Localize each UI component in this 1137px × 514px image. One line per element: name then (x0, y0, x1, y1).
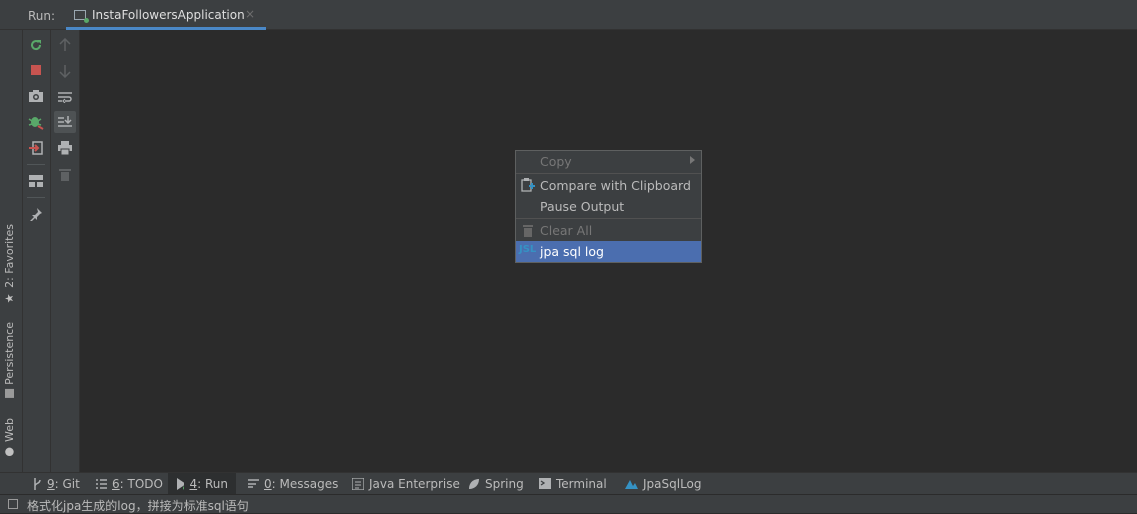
stop-icon (31, 65, 41, 75)
exit-icon (29, 141, 43, 155)
stop-button[interactable] (25, 59, 47, 81)
todo-icon (96, 478, 107, 489)
tool-tab-run[interactable]: 4: Run (168, 473, 236, 494)
layout-button[interactable] (25, 170, 47, 192)
pin-tab-button[interactable] (25, 203, 47, 225)
globe-icon: ● (3, 445, 16, 459)
toggle-tool-windows-icon[interactable] (8, 499, 18, 509)
toolbar-separator (27, 197, 45, 198)
tool-tab-label: JpaSqlLog (643, 476, 702, 491)
compare-clipboard-icon (521, 178, 535, 192)
persistence-icon (5, 388, 14, 398)
java-enterprise-icon (352, 477, 364, 490)
side-tab-label: Web (3, 418, 16, 442)
git-icon (34, 477, 41, 490)
down-stack-button[interactable] (54, 60, 76, 82)
tool-tab-label: Java Enterprise (369, 476, 460, 491)
close-icon[interactable]: × (245, 7, 255, 21)
toolbar-separator (27, 164, 45, 165)
menu-item-label: Compare with Clipboard (540, 178, 691, 193)
trash-icon (59, 169, 71, 181)
tool-tab-messages[interactable]: 0: Messages (240, 473, 346, 494)
side-tab-label: Persistence (3, 322, 16, 385)
dump-threads-button[interactable] (25, 85, 47, 107)
layout-icon (29, 175, 43, 187)
menu-item-label: Clear All (540, 223, 593, 238)
run-toolbar-primary (23, 30, 50, 472)
menu-item-clear-all[interactable]: Clear All (516, 220, 701, 241)
tool-tab-spring[interactable]: Spring (460, 473, 532, 494)
tool-tab-label: Terminal (556, 476, 607, 491)
soft-wrap-button[interactable] (54, 86, 76, 108)
tool-tab-jpasqllog[interactable]: JpaSqlLog (616, 473, 710, 494)
side-tab-favorites[interactable]: ★ 2: Favorites (3, 224, 16, 305)
up-stack-button[interactable] (54, 34, 76, 56)
submenu-arrow-icon (690, 156, 695, 164)
menu-item-label: Copy (540, 154, 572, 169)
star-icon: ★ (3, 291, 16, 305)
tool-tab-git[interactable]: 9: Git (24, 473, 88, 494)
run-icon (177, 477, 185, 490)
run-label: Run: (28, 9, 56, 23)
left-tool-stripe: ★ 2: Favorites Persistence ● Web (0, 30, 23, 472)
debug-button[interactable] (25, 111, 47, 133)
pin-icon (30, 208, 42, 221)
terminal-icon (539, 478, 551, 489)
status-message: 格式化jpa生成的log，拼接为标准sql语句 (27, 499, 249, 513)
tool-tab-label: : TODO (119, 476, 163, 491)
tool-tab-java-enterprise[interactable]: Java Enterprise (344, 473, 468, 494)
menu-separator (516, 218, 701, 219)
editor-text-overflow (560, 0, 740, 3)
side-tab-persistence[interactable]: Persistence (3, 322, 16, 398)
arrow-up-icon (59, 38, 71, 51)
tab-title: InstaFollowersApplication (92, 8, 245, 22)
menu-item-compare-with-clipboard[interactable]: Compare with Clipboard (516, 175, 701, 196)
camera-icon (29, 90, 43, 102)
scroll-to-end-button[interactable] (54, 111, 76, 133)
tool-tab-label: : Git (54, 476, 80, 491)
side-tab-web[interactable]: ● Web (3, 418, 16, 459)
scroll-to-end-icon (58, 116, 72, 127)
tool-tab-todo[interactable]: 6: TODO (88, 473, 171, 494)
print-icon (58, 141, 72, 155)
debug-icon (28, 117, 44, 130)
menu-item-jpa-sql-log[interactable]: JSL jpa sql log (516, 241, 701, 262)
trash-icon (523, 225, 533, 237)
exit-button[interactable] (25, 137, 47, 159)
tool-tab-mnemonic: 0 (264, 476, 272, 491)
bottom-tool-strip: 9: Git 6: TODO 4: Run 0: Messages Java E… (0, 472, 1137, 494)
tool-tab-mnemonic: 9 (47, 476, 55, 491)
run-toolbar-secondary (50, 30, 80, 472)
spring-icon (469, 478, 479, 489)
jsl-icon: JSL (519, 244, 537, 255)
tool-tab-mnemonic: 4 (189, 476, 198, 491)
tool-tab-mnemonic: 6 (112, 476, 120, 491)
tool-tab-label: : Messages (271, 476, 339, 491)
rerun-button[interactable] (25, 34, 47, 56)
clear-all-button[interactable] (54, 163, 76, 185)
tool-tab-label: : Run (197, 476, 228, 491)
menu-separator (516, 173, 701, 174)
tab-insta-followers-application[interactable]: InstaFollowersApplication × (66, 0, 266, 30)
soft-wrap-icon (58, 92, 72, 103)
tool-tab-terminal[interactable]: Terminal (531, 473, 615, 494)
arrow-down-icon (59, 65, 71, 78)
menu-item-label: jpa sql log (540, 244, 604, 259)
menu-item-label: Pause Output (540, 199, 625, 214)
menu-item-pause-output[interactable]: Pause Output (516, 196, 701, 217)
messages-icon (248, 479, 259, 488)
print-button[interactable] (54, 137, 76, 159)
application-icon (74, 10, 89, 23)
rerun-icon (31, 40, 42, 51)
console-context-menu: Copy Compare with Clipboard Pause Output… (515, 150, 702, 263)
menu-item-copy[interactable]: Copy (516, 151, 701, 172)
tool-tab-label: Spring (485, 476, 524, 491)
status-bar: 格式化jpa生成的log，拼接为标准sql语句 (0, 494, 1137, 513)
jpasqllog-icon (625, 479, 638, 489)
side-tab-label: 2: Favorites (3, 224, 16, 288)
